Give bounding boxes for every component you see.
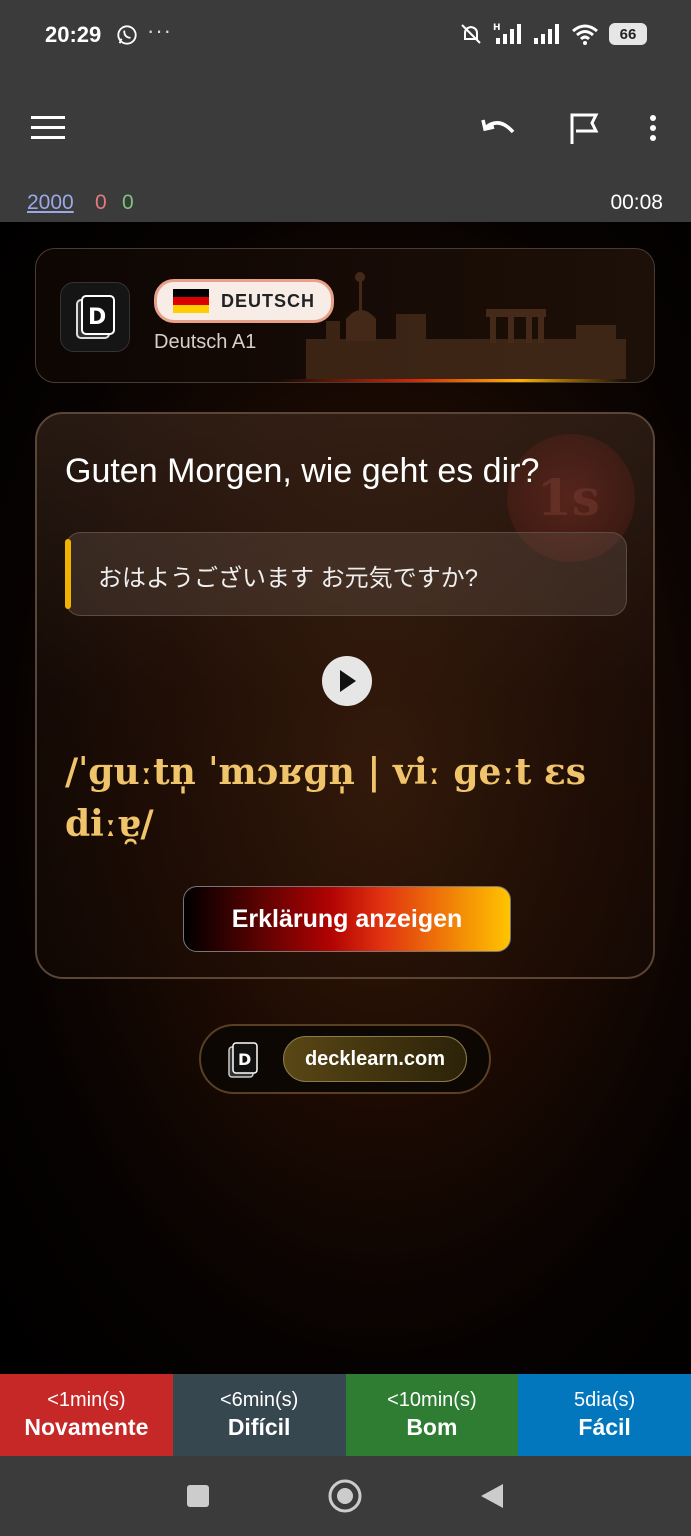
language-label: DEUTSCH (221, 290, 316, 311)
play-audio-button[interactable] (322, 656, 372, 706)
app-logo: D (60, 282, 130, 352)
system-nav-bar (0, 1456, 691, 1536)
signal-icon (534, 24, 559, 44)
ipa-transcription: /ˈɡuːtn̩ ˈmɔʁɡn̩ | viː ɡeːt ɛs diːɐ̯/ (65, 751, 587, 845)
flashcard: 1s Guten Morgen, wie geht es dir? おはようござ… (35, 412, 655, 979)
battery-icon: 66 (609, 23, 647, 45)
translation-text: おはようございます お元気ですか? (98, 565, 479, 592)
status-bar: 20:29 ··· H 66 (0, 0, 691, 72)
again-interval: <1min(s) (47, 1389, 126, 1411)
language-badge: DEUTSCH (154, 279, 335, 323)
footer-brand: D decklearn.com (199, 1024, 491, 1094)
deck-logo-icon: D (76, 295, 115, 339)
easy-interval: 5dia(s) (574, 1389, 636, 1411)
svg-text:D: D (88, 305, 106, 330)
header-glow-line (276, 379, 624, 382)
answer-buttons: <1min(s) Novamente <6min(s) Difícil <10m… (0, 1374, 691, 1456)
deck-header-card: D DEUTSCH Deutsch A1 (35, 248, 655, 383)
question-text: Guten Morgen, wie geht es dir? (65, 452, 540, 490)
flag-icon[interactable] (564, 108, 604, 148)
more-vert-icon[interactable] (633, 108, 673, 148)
good-label: Bom (406, 1414, 458, 1440)
good-interval: <10min(s) (387, 1389, 477, 1411)
counts-bar: 2000 0 0 00:08 (0, 182, 691, 222)
status-time: 20:29 (45, 22, 102, 47)
easy-label: Fácil (578, 1414, 631, 1440)
show-explanation-button[interactable]: Erklärung anzeigen (183, 886, 511, 952)
website-label: decklearn.com (304, 1047, 446, 1070)
mute-icon (461, 24, 481, 44)
city-skyline-image (306, 272, 626, 379)
svg-text:D: D (238, 1050, 251, 1069)
card-content: D DEUTSCH Deutsch A1 1s Guten Morgen, wi… (0, 222, 691, 1374)
deck-logo-icon: D (228, 1042, 258, 1078)
learning-count: 0 (95, 191, 107, 214)
hard-label: Difícil (227, 1414, 291, 1440)
again-label: Novamente (24, 1414, 149, 1440)
website-link[interactable]: decklearn.com (283, 1036, 467, 1082)
whatsapp-icon (117, 25, 137, 45)
easy-button[interactable]: 5dia(s) Fácil (518, 1374, 691, 1456)
germany-flag-icon (173, 289, 209, 313)
card-timer: 00:08 (610, 191, 663, 214)
play-icon (340, 670, 356, 692)
undo-icon[interactable] (480, 108, 520, 148)
good-button[interactable]: <10min(s) Bom (345, 1374, 519, 1456)
translation-accent-bar (65, 539, 71, 609)
app-toolbar (0, 72, 691, 182)
back-triangle-icon[interactable] (472, 1476, 512, 1516)
signal-h-icon: H (493, 23, 521, 44)
home-circle-icon[interactable] (325, 1476, 365, 1516)
show-explanation-label: Erklärung anzeigen (231, 904, 463, 933)
wifi-icon (572, 24, 598, 45)
hard-interval: <6min(s) (219, 1389, 299, 1411)
new-count[interactable]: 2000 (27, 191, 74, 215)
hamburger-menu-icon[interactable] (28, 108, 68, 148)
review-count: 0 (122, 191, 134, 214)
hard-button[interactable]: <6min(s) Difícil (172, 1374, 346, 1456)
again-button[interactable]: <1min(s) Novamente (0, 1374, 173, 1456)
more-notifications-icon: ··· (147, 18, 172, 43)
svg-text:H: H (493, 23, 501, 33)
deck-name: Deutsch A1 (154, 331, 257, 353)
recents-square-icon[interactable] (178, 1476, 218, 1516)
translation-box: おはようございます お元気ですか? (65, 532, 627, 616)
